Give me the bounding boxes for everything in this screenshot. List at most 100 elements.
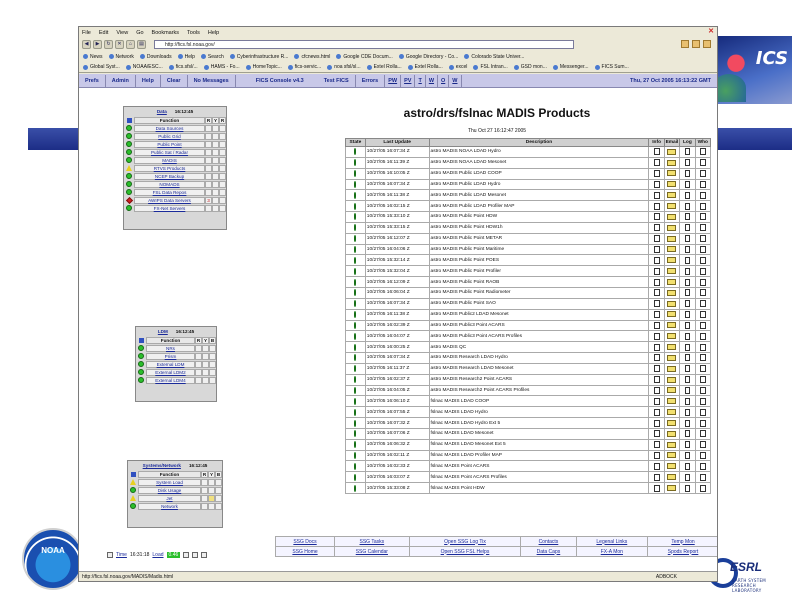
footer-link[interactable]: SSG Home [274,546,336,557]
info-icon[interactable] [653,408,660,416]
systems-panel-link[interactable]: Systems/Network [143,463,181,468]
email-icon[interactable] [667,484,677,491]
tab-admin[interactable]: Admin [106,74,136,87]
who-icon[interactable] [699,386,706,394]
tab-o[interactable]: O [438,74,450,87]
who-icon[interactable] [699,441,706,449]
log-icon[interactable] [684,224,690,232]
log-icon[interactable] [684,408,690,416]
tab-errors[interactable]: Errors [356,74,386,87]
info-icon[interactable] [653,311,660,319]
bookmark-item[interactable]: cfcnews.html [294,54,330,60]
log-icon[interactable] [684,267,690,275]
log-icon[interactable] [684,148,690,156]
browser-tab[interactable]: GSD mon... [514,64,547,70]
footer-link[interactable]: FX-A Mon [575,546,649,557]
browser-tab[interactable]: FSL Intran... [473,64,507,70]
function-link[interactable]: NRs [146,344,195,352]
log-icon[interactable] [684,397,690,405]
browser-tab[interactable]: FICS Sum... [595,64,629,70]
log-icon[interactable] [684,332,690,340]
settings-icon[interactable] [192,552,199,558]
who-icon[interactable] [699,159,706,167]
info-icon[interactable] [653,321,660,329]
refresh-icon[interactable] [107,552,113,558]
footer-link[interactable]: Legenal Links [575,536,649,547]
home-icon[interactable]: ⌂ [126,40,135,49]
footer-link[interactable]: Data Caps [520,546,577,557]
info-icon[interactable] [653,289,660,297]
browser-tab[interactable]: Extel Rolla... [408,64,443,70]
function-link[interactable]: FX-Net Servers [134,204,205,212]
who-icon[interactable] [699,462,706,470]
info-icon[interactable] [653,376,660,384]
function-link[interactable]: FSL Data Repos [134,188,205,196]
tab-w2[interactable]: W [449,74,462,87]
who-icon[interactable] [699,148,706,156]
footer-link[interactable]: Temp Mon [647,536,717,547]
who-icon[interactable] [699,278,706,286]
tab-help[interactable]: Help [136,74,161,87]
who-icon[interactable] [699,300,706,308]
reload-icon[interactable]: ↻ [104,40,113,49]
info-icon[interactable] [201,552,208,558]
info-icon[interactable] [653,365,660,373]
function-link[interactable]: Public Sat / Radar [134,148,205,156]
who-icon[interactable] [699,452,706,460]
info-icon[interactable] [653,159,660,167]
who-icon[interactable] [699,289,706,297]
email-icon[interactable] [667,343,677,350]
who-icon[interactable] [699,376,706,384]
footer-link[interactable]: SSG Tasks [334,536,410,547]
email-icon[interactable] [667,170,677,177]
tab-prefs[interactable]: Prefs [79,74,106,87]
bookmark-item[interactable]: Cyberinfrastructure R... [230,54,289,60]
email-icon[interactable] [667,246,677,253]
log-icon[interactable] [684,202,690,210]
info-icon[interactable] [653,180,660,188]
who-icon[interactable] [699,484,706,492]
browser-tab[interactable]: excel [449,64,468,70]
email-icon[interactable] [667,235,677,242]
function-link[interactable]: System Load [138,478,201,486]
info-icon[interactable] [653,419,660,427]
bookmark-item[interactable]: Search [201,54,224,60]
menu-help[interactable]: Help [208,30,219,36]
info-icon[interactable] [653,462,660,470]
log-icon[interactable] [684,170,690,178]
info-icon[interactable] [653,343,660,351]
who-icon[interactable] [699,419,706,427]
log-icon[interactable] [684,246,690,254]
tab-w[interactable]: W [426,74,439,87]
email-icon[interactable] [667,203,677,209]
function-link[interactable]: External LDM4 [146,376,195,384]
email-icon[interactable] [667,441,677,448]
footer-link[interactable]: Spods Report [647,546,717,557]
log-icon[interactable] [684,354,690,362]
info-icon[interactable] [653,473,660,481]
info-icon[interactable] [653,354,660,362]
function-link[interactable]: MADIS [134,156,205,164]
info-icon[interactable] [653,332,660,340]
bookmark-item[interactable]: Google Directory - Co... [399,54,459,60]
tab-pw[interactable]: PW [385,74,402,87]
log-icon[interactable] [684,159,690,167]
info-icon[interactable] [653,191,660,199]
tab-clear[interactable]: Clear [161,74,188,87]
info-icon[interactable] [653,148,660,156]
email-icon[interactable] [667,289,677,296]
log-icon[interactable] [684,441,690,449]
log-icon[interactable] [684,311,690,319]
function-link[interactable]: Prism [146,352,195,360]
log-icon[interactable] [684,180,690,188]
email-icon[interactable] [667,474,677,481]
tab-pv[interactable]: PV [401,74,416,87]
email-icon[interactable] [667,224,677,231]
email-icon[interactable] [667,159,677,166]
ldm-panel-link[interactable]: LDM [158,329,168,334]
email-icon[interactable] [667,430,677,437]
info-icon[interactable] [653,397,660,405]
who-icon[interactable] [699,256,706,264]
info-icon[interactable] [653,170,660,178]
email-icon[interactable] [667,322,677,329]
